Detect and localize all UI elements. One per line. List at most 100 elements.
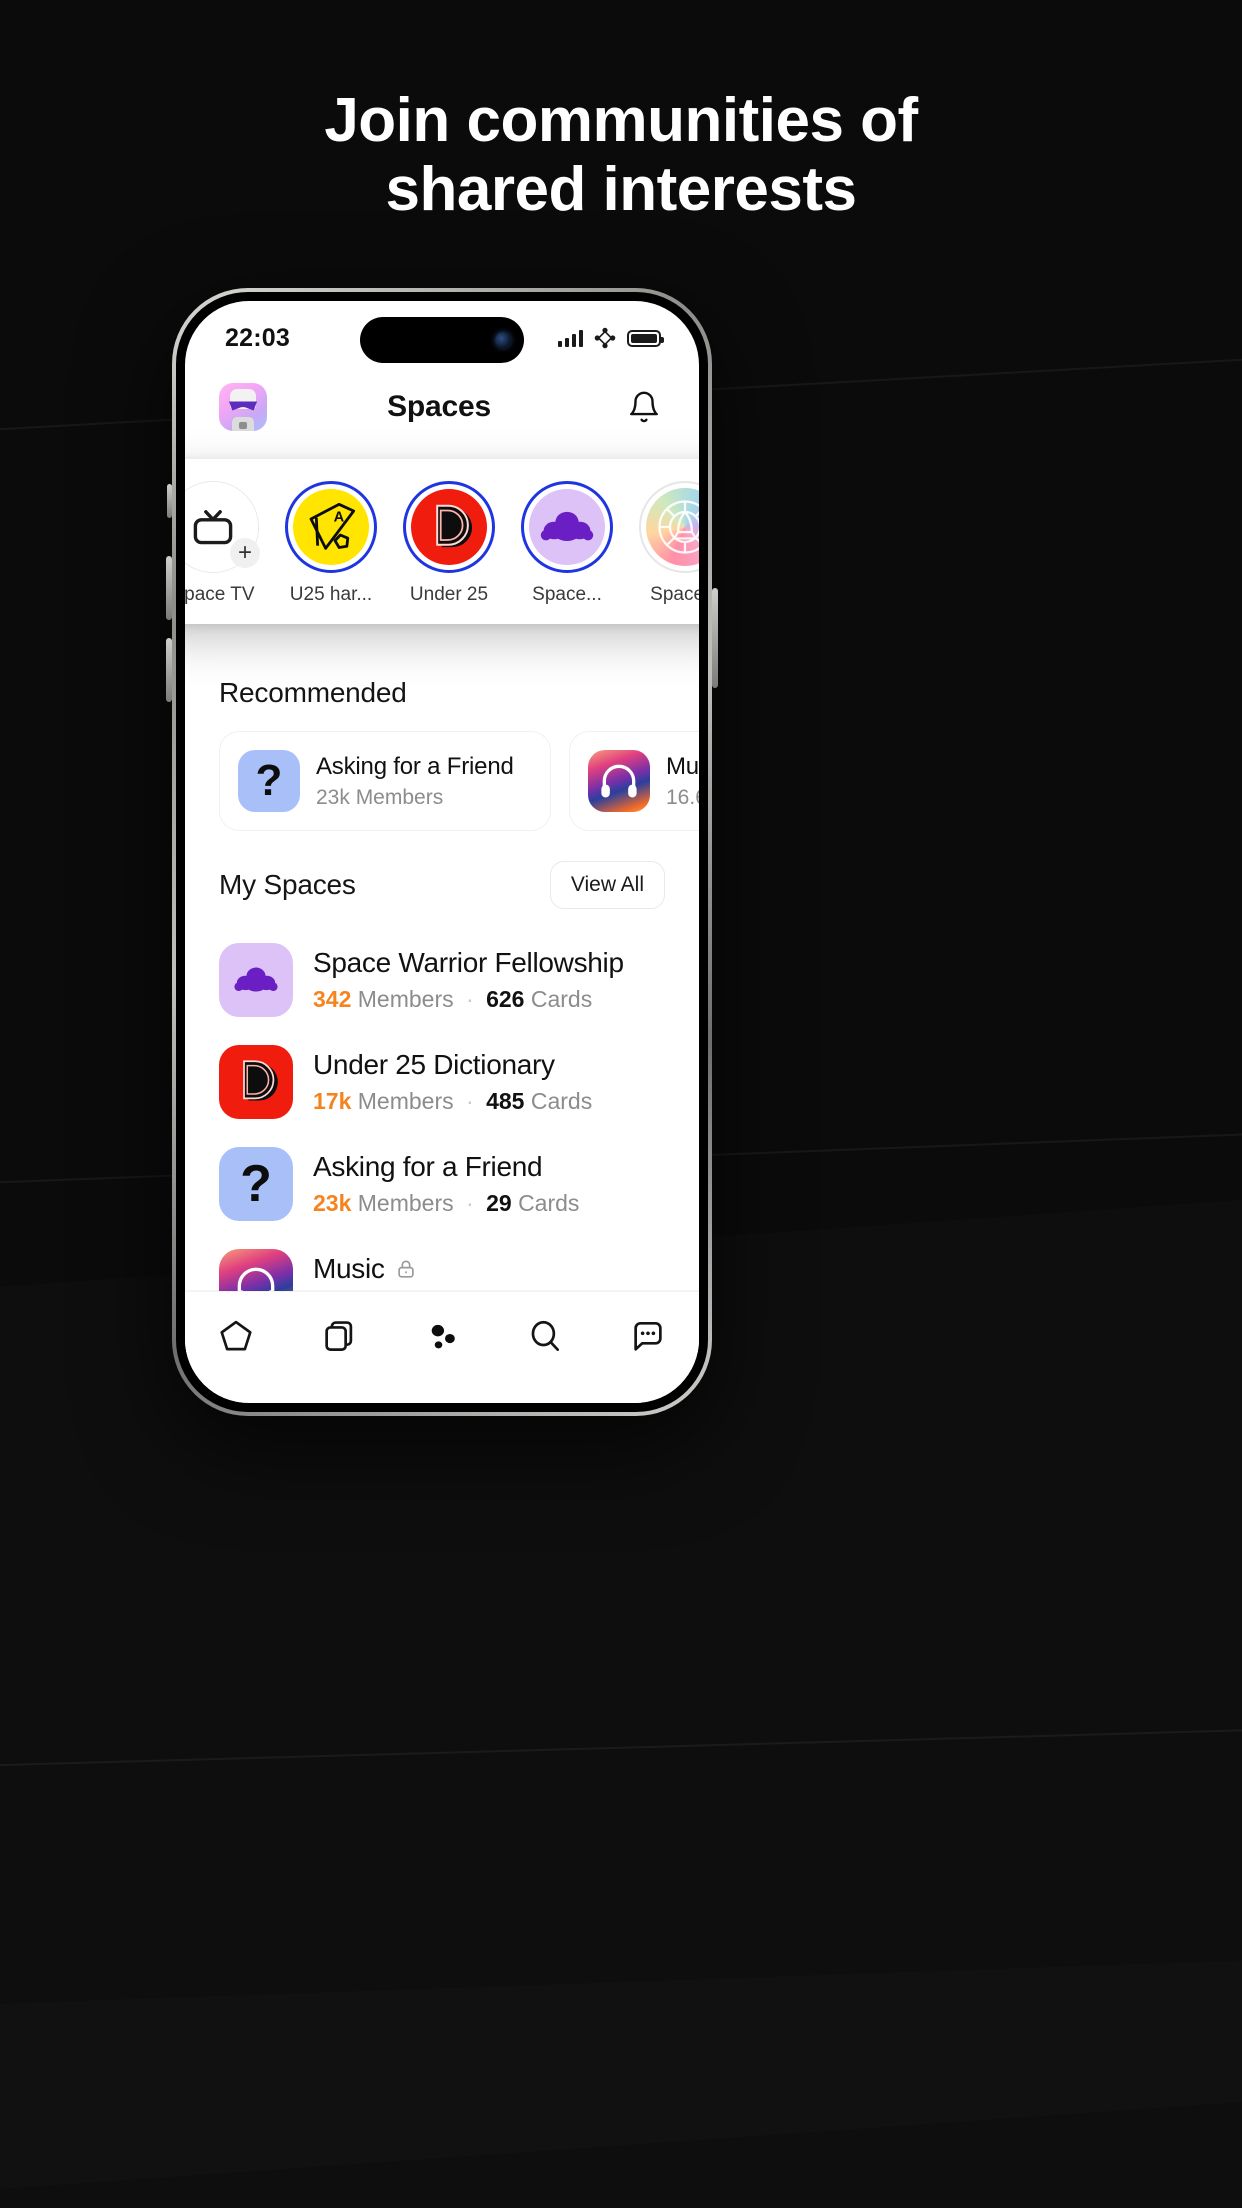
chat-bubble-icon bbox=[633, 1321, 662, 1351]
app-header: Spaces bbox=[185, 375, 699, 445]
letter-d-red-icon bbox=[219, 1045, 293, 1119]
lock-icon bbox=[397, 1260, 414, 1278]
cards-yellow-icon: A bbox=[293, 489, 369, 565]
face-id-sensor-icon bbox=[495, 332, 511, 348]
space-name: Asking for a Friend bbox=[313, 1151, 579, 1183]
svg-text:A: A bbox=[334, 510, 345, 526]
members-label: Members bbox=[357, 1190, 454, 1216]
cards-label: Cards bbox=[530, 1088, 593, 1114]
my-spaces-section: My Spaces View All Space Warrior Fellows… bbox=[185, 861, 699, 1337]
story-item-space-academy[interactable]: Space... bbox=[635, 481, 699, 606]
space-name: Music bbox=[313, 1253, 611, 1285]
members-label: Members bbox=[357, 1088, 454, 1114]
avatar-body bbox=[232, 417, 254, 431]
tab-cards[interactable] bbox=[301, 1308, 377, 1364]
recommended-card-members: 16.6k Members bbox=[666, 785, 699, 809]
phone-mockup: 22:03 Spaces Recommended ? Asking for a … bbox=[166, 288, 718, 1416]
space-name-label: Asking for a Friend bbox=[313, 1151, 543, 1182]
recommended-card[interactable]: ? Asking for a Friend 23k Members bbox=[219, 731, 551, 831]
story-label: Space... bbox=[532, 584, 602, 605]
space-name-label: Space Warrior Fellowship bbox=[313, 947, 624, 978]
cards-label: Cards bbox=[530, 986, 593, 1012]
list-item[interactable]: Under 25 Dictionary 17k Members · 485 Ca… bbox=[219, 1031, 665, 1133]
story-label: U25 har... bbox=[289, 584, 373, 605]
volume-down-button[interactable] bbox=[166, 638, 172, 702]
recommended-title: Recommended bbox=[219, 677, 407, 708]
tab-search[interactable] bbox=[507, 1308, 583, 1364]
list-item-text: Space Warrior Fellowship 342 Members · 6… bbox=[313, 947, 624, 1013]
question-mark-icon: ? bbox=[238, 750, 300, 812]
recommended-card-text: Asking for a Friend 23k Members bbox=[316, 753, 514, 810]
story-ring: + bbox=[185, 481, 260, 573]
recommended-carousel[interactable]: ? Asking for a Friend 23k Members Mu 16. bbox=[219, 731, 699, 831]
story-item-u25-hard[interactable]: A U25 har... bbox=[281, 481, 381, 606]
stories-carousel[interactable]: + Space TV A bbox=[185, 459, 699, 624]
search-icon bbox=[531, 1320, 559, 1351]
list-item-text: Under 25 Dictionary 17k Members · 485 Ca… bbox=[313, 1049, 592, 1115]
story-label: Space TV bbox=[185, 584, 255, 605]
meta-separator: · bbox=[466, 986, 474, 1012]
page-title: Spaces bbox=[387, 390, 491, 423]
my-spaces-title: My Spaces bbox=[219, 869, 356, 900]
story-item-space-tv[interactable]: + Space TV bbox=[185, 481, 263, 606]
recommended-card-members: 23k Members bbox=[316, 785, 444, 809]
space-name: Space Warrior Fellowship bbox=[313, 947, 624, 979]
phone-bezel: 22:03 Spaces Recommended ? Asking for a … bbox=[176, 292, 708, 1412]
story-item-space-warrior[interactable]: Space... bbox=[517, 481, 617, 606]
recommended-card[interactable]: Music 16.6k Members bbox=[569, 731, 699, 831]
stacked-cards-icon bbox=[325, 1321, 353, 1351]
recommended-card-name: Music bbox=[666, 752, 699, 780]
headline-line-1: Join communities of bbox=[324, 86, 918, 155]
silent-switch[interactable] bbox=[167, 484, 172, 518]
story-ring bbox=[639, 481, 699, 573]
view-all-button[interactable]: View All bbox=[549, 861, 665, 909]
members-count: 23k bbox=[313, 1190, 352, 1216]
cards-count: 29 bbox=[486, 1190, 512, 1216]
space-meta: 17k Members · 485 Cards bbox=[313, 1088, 592, 1115]
space-name-label: Music bbox=[313, 1253, 385, 1284]
space-name-label: Under 25 Dictionary bbox=[313, 1049, 555, 1080]
pentagon-icon bbox=[220, 1320, 252, 1351]
recommended-card-text: Music 16.6k Members bbox=[666, 753, 699, 810]
add-space-button[interactable]: + bbox=[230, 538, 260, 568]
cards-label: Cards bbox=[518, 1190, 580, 1216]
rocket-wheel-icon bbox=[646, 488, 699, 566]
dots-cluster-icon bbox=[431, 1324, 455, 1349]
volume-up-button[interactable] bbox=[166, 556, 172, 620]
letter-d-red-icon bbox=[411, 489, 487, 565]
members-count: 17k bbox=[313, 1088, 352, 1114]
bell-icon[interactable] bbox=[623, 386, 665, 428]
status-bar-time: 22:03 bbox=[225, 323, 290, 352]
story-label: Under 25 bbox=[409, 584, 489, 605]
tab-chat[interactable] bbox=[610, 1308, 686, 1364]
phone-screen: 22:03 Spaces Recommended ? Asking for a … bbox=[185, 301, 699, 1403]
story-label: Space... bbox=[650, 584, 699, 605]
promo-screenshot: Join communities of shared interests 22:… bbox=[0, 0, 1242, 2208]
dynamic-island bbox=[360, 317, 524, 363]
members-label: Members bbox=[357, 986, 454, 1012]
recommended-card-name: Asking for a Friend bbox=[316, 752, 514, 780]
recommended-section: Recommended ? Asking for a Friend 23k Me… bbox=[185, 677, 699, 831]
avatar[interactable] bbox=[219, 383, 267, 431]
question-mark-icon: ? bbox=[219, 1147, 293, 1221]
list-item[interactable]: Space Warrior Fellowship 342 Members · 6… bbox=[219, 929, 665, 1031]
cards-count: 485 bbox=[486, 1088, 525, 1114]
tab-home[interactable] bbox=[198, 1308, 274, 1364]
space-meta: 342 Members · 626 Cards bbox=[313, 986, 624, 1013]
power-button[interactable] bbox=[712, 588, 718, 688]
cards-count: 626 bbox=[486, 986, 525, 1012]
story-item-under-25[interactable]: Under 25 bbox=[399, 481, 499, 606]
my-spaces-list: Space Warrior Fellowship 342 Members · 6… bbox=[219, 929, 665, 1337]
tab-bar bbox=[185, 1291, 699, 1403]
purple-clouds-icon bbox=[219, 943, 293, 1017]
tab-spaces[interactable] bbox=[404, 1308, 480, 1364]
headline-line-2: shared interests bbox=[385, 155, 858, 225]
purple-clouds-icon bbox=[529, 489, 605, 565]
list-item-text: Asking for a Friend 23k Members · 29 Car… bbox=[313, 1151, 579, 1217]
network-diamond-icon bbox=[594, 327, 616, 349]
list-item[interactable]: ? Asking for a Friend 23k Members · 29 C… bbox=[219, 1133, 665, 1235]
meta-separator: · bbox=[466, 1088, 474, 1114]
my-spaces-header: My Spaces View All bbox=[219, 861, 665, 909]
promo-headline: Join communities of shared interests bbox=[0, 86, 1242, 225]
status-bar: 22:03 bbox=[185, 301, 699, 375]
